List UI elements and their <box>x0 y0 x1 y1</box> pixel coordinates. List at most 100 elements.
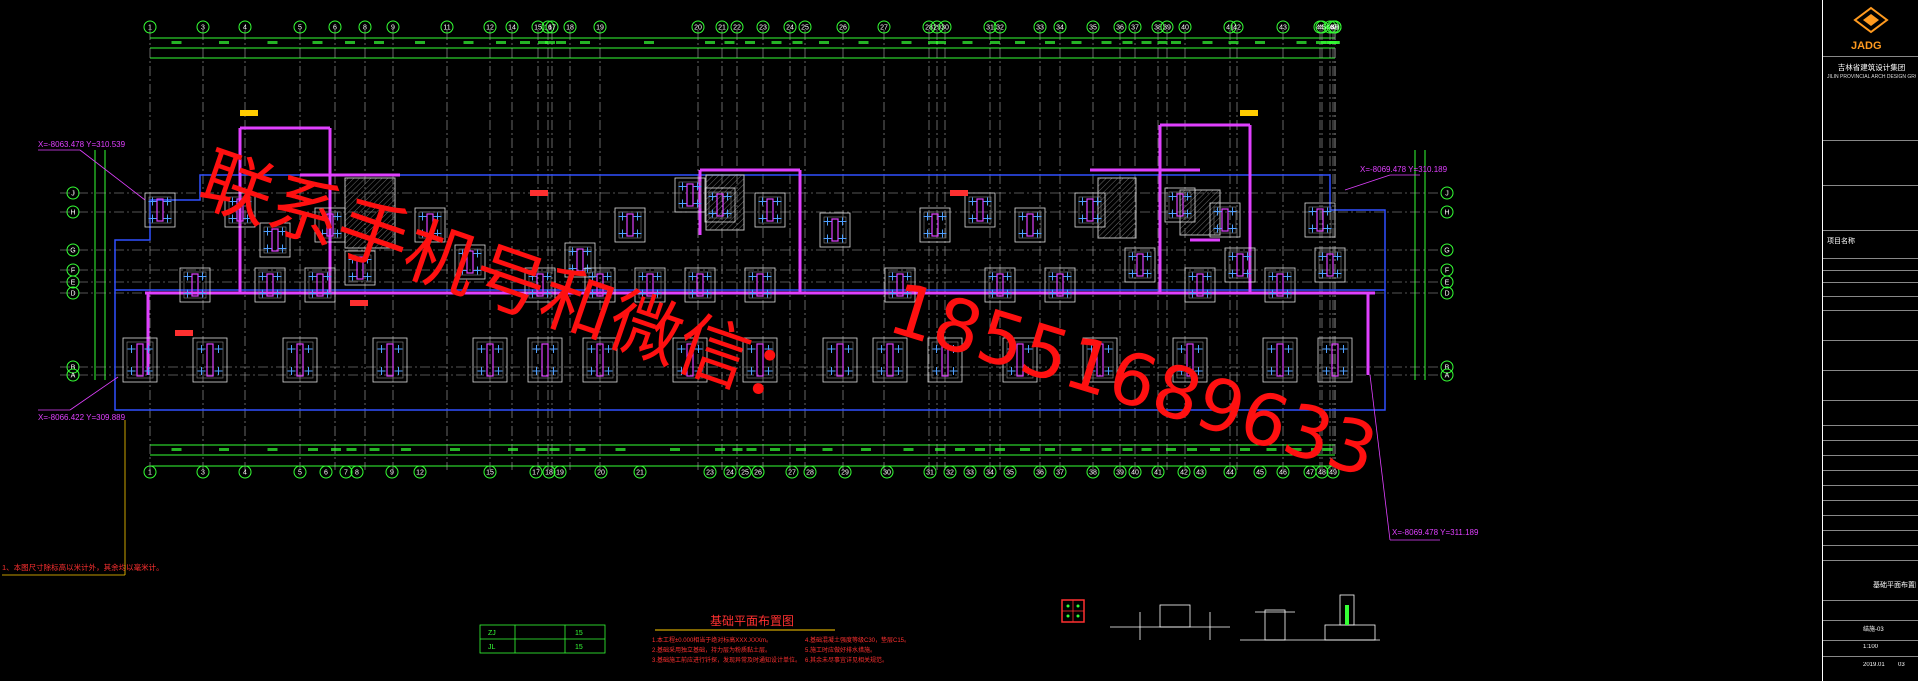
coord-label-2: X=-8066.422 Y=309.889 <box>38 413 126 422</box>
axis-bubble-bottom-27: 27 <box>785 465 799 479</box>
svg-text:27: 27 <box>788 470 796 477</box>
svg-text:45: 45 <box>1256 470 1264 477</box>
svg-text:40: 40 <box>1181 25 1189 32</box>
svg-text:H: H <box>1444 210 1449 217</box>
footing <box>742 337 778 383</box>
svg-text:B: B <box>71 365 76 372</box>
footing <box>192 337 228 383</box>
svg-text:32: 32 <box>946 470 954 477</box>
footing <box>344 250 376 286</box>
svg-text:8: 8 <box>355 470 359 477</box>
svg-text:43: 43 <box>1196 470 1204 477</box>
note-3: 3.基础施工前应进行钎探，发现异常及时通知设计单位。 <box>652 656 801 664</box>
axis-bubble-top-24: 24 <box>783 20 797 34</box>
svg-text:32: 32 <box>996 25 1004 32</box>
axis-bubble-bottom-45: 45 <box>1253 465 1267 479</box>
footing <box>872 337 908 383</box>
footing <box>1002 337 1038 383</box>
svg-text:3: 3 <box>201 470 205 477</box>
svg-text:12: 12 <box>416 470 424 477</box>
svg-text:5: 5 <box>298 470 302 477</box>
svg-text:5: 5 <box>298 25 302 32</box>
axis-bubble-bottom-32: 32 <box>943 465 957 479</box>
axis-bubble-top-20: 20 <box>691 20 705 34</box>
axis-bubble-bottom-28: 28 <box>803 465 817 479</box>
axis-bubble-top-9: 9 <box>386 20 400 34</box>
svg-text:33: 33 <box>1036 25 1044 32</box>
svg-text:15: 15 <box>486 470 494 477</box>
svg-text:44: 44 <box>1226 470 1234 477</box>
axis-bubble-bottom-31: 31 <box>923 465 937 479</box>
svg-text:43: 43 <box>1279 25 1287 32</box>
axis-bubble-right-H: H <box>1440 205 1454 219</box>
legend-row-2: JL <box>488 644 496 651</box>
axis-bubble-bottom-12: 12 <box>413 465 427 479</box>
axis-bubble-bottom-18: 18 <box>542 465 556 479</box>
svg-text:21: 21 <box>636 470 644 477</box>
svg-text:34: 34 <box>1056 25 1064 32</box>
axis-bubble-top-23: 23 <box>756 20 770 34</box>
svg-text:25: 25 <box>741 470 749 477</box>
axis-bubble-top-21: 21 <box>715 20 729 34</box>
svg-text:17: 17 <box>532 470 540 477</box>
axis-bubble-bottom-26: 26 <box>751 465 765 479</box>
svg-text:31: 31 <box>986 25 994 32</box>
axis-bubble-top-6: 6 <box>328 20 342 34</box>
left-note: 1、本图尺寸除标高以米计外，其余均以毫米计。 <box>2 562 164 572</box>
svg-text:36: 36 <box>1116 25 1124 32</box>
svg-text:38: 38 <box>1089 470 1097 477</box>
title-block: JADG 吉林省建筑设计集团 JILIN PROVINCIAL ARCH DES… <box>1822 0 1918 681</box>
design-notes: 1.本工程±0.000相当于绝对标高XXX.XXXm。 2.基础采用独立基础，持… <box>652 636 910 664</box>
svg-text:G: G <box>70 248 75 255</box>
svg-text:41: 41 <box>1154 470 1162 477</box>
coord-label-3: X=-8069.478 Y=310.189 <box>1360 165 1448 174</box>
svg-text:31: 31 <box>926 470 934 477</box>
legend-table <box>479 624 606 654</box>
footing <box>964 192 996 228</box>
svg-text:A: A <box>1445 373 1450 380</box>
coord-label-1: X=-8063.478 Y=310.539 <box>38 140 126 149</box>
axis-bubble-right-J: J <box>1440 186 1454 200</box>
svg-text:20: 20 <box>597 470 605 477</box>
footing <box>822 337 858 383</box>
svg-text:17: 17 <box>548 25 556 32</box>
svg-text:9: 9 <box>390 470 394 477</box>
axis-bubble-top-35: 35 <box>1086 20 1100 34</box>
svg-text:J: J <box>1445 191 1449 198</box>
svg-text:30: 30 <box>883 470 891 477</box>
axis-bubble-top-14: 14 <box>505 20 519 34</box>
axis-bubble-top-34: 34 <box>1053 20 1067 34</box>
axis-bubble-right-E: E <box>1440 275 1454 289</box>
drawing-title: 基础平面布置图 <box>710 614 794 628</box>
vertical-grid-lines <box>149 30 1336 470</box>
axis-bubble-bottom-30: 30 <box>880 465 894 479</box>
axis-bubble-bottom-25: 25 <box>738 465 752 479</box>
footing <box>179 267 211 303</box>
axis-bubble-top-40: 40 <box>1178 20 1192 34</box>
svg-text:47: 47 <box>1306 470 1314 477</box>
footing <box>372 337 408 383</box>
axis-bubble-top-5: 5 <box>293 20 307 34</box>
svg-text:33: 33 <box>966 470 974 477</box>
svg-text:37: 37 <box>1056 470 1064 477</box>
svg-text:37: 37 <box>1131 25 1139 32</box>
footing <box>1082 337 1118 383</box>
footing <box>1262 337 1298 383</box>
axis-bubble-bottom-7: 7 <box>339 465 353 479</box>
svg-text:D: D <box>70 291 75 298</box>
axis-bubble-top-39: 39 <box>1160 20 1174 34</box>
svg-text:7: 7 <box>344 470 348 477</box>
footing <box>1124 247 1156 283</box>
axis-bubble-top-12: 12 <box>483 20 497 34</box>
svg-text:19: 19 <box>596 25 604 32</box>
company-name: 吉林省建筑设计集团 <box>1837 63 1906 72</box>
svg-text:15: 15 <box>534 25 542 32</box>
svg-text:24: 24 <box>726 470 734 477</box>
axis-bubble-bottom-19: 19 <box>553 465 567 479</box>
footing <box>1264 267 1296 303</box>
svg-text:18: 18 <box>566 25 574 32</box>
svg-text:24: 24 <box>786 25 794 32</box>
foundation-plan-drawing: 1 3 4 5 6 8 9 11 12 14 15 1617 18 19 20 21 22 23 24 25 26 27 2… <box>2 20 1479 664</box>
axis-bubble-right-D: D <box>1440 286 1454 300</box>
axis-bubble-bottom-8: 8 <box>350 465 364 479</box>
